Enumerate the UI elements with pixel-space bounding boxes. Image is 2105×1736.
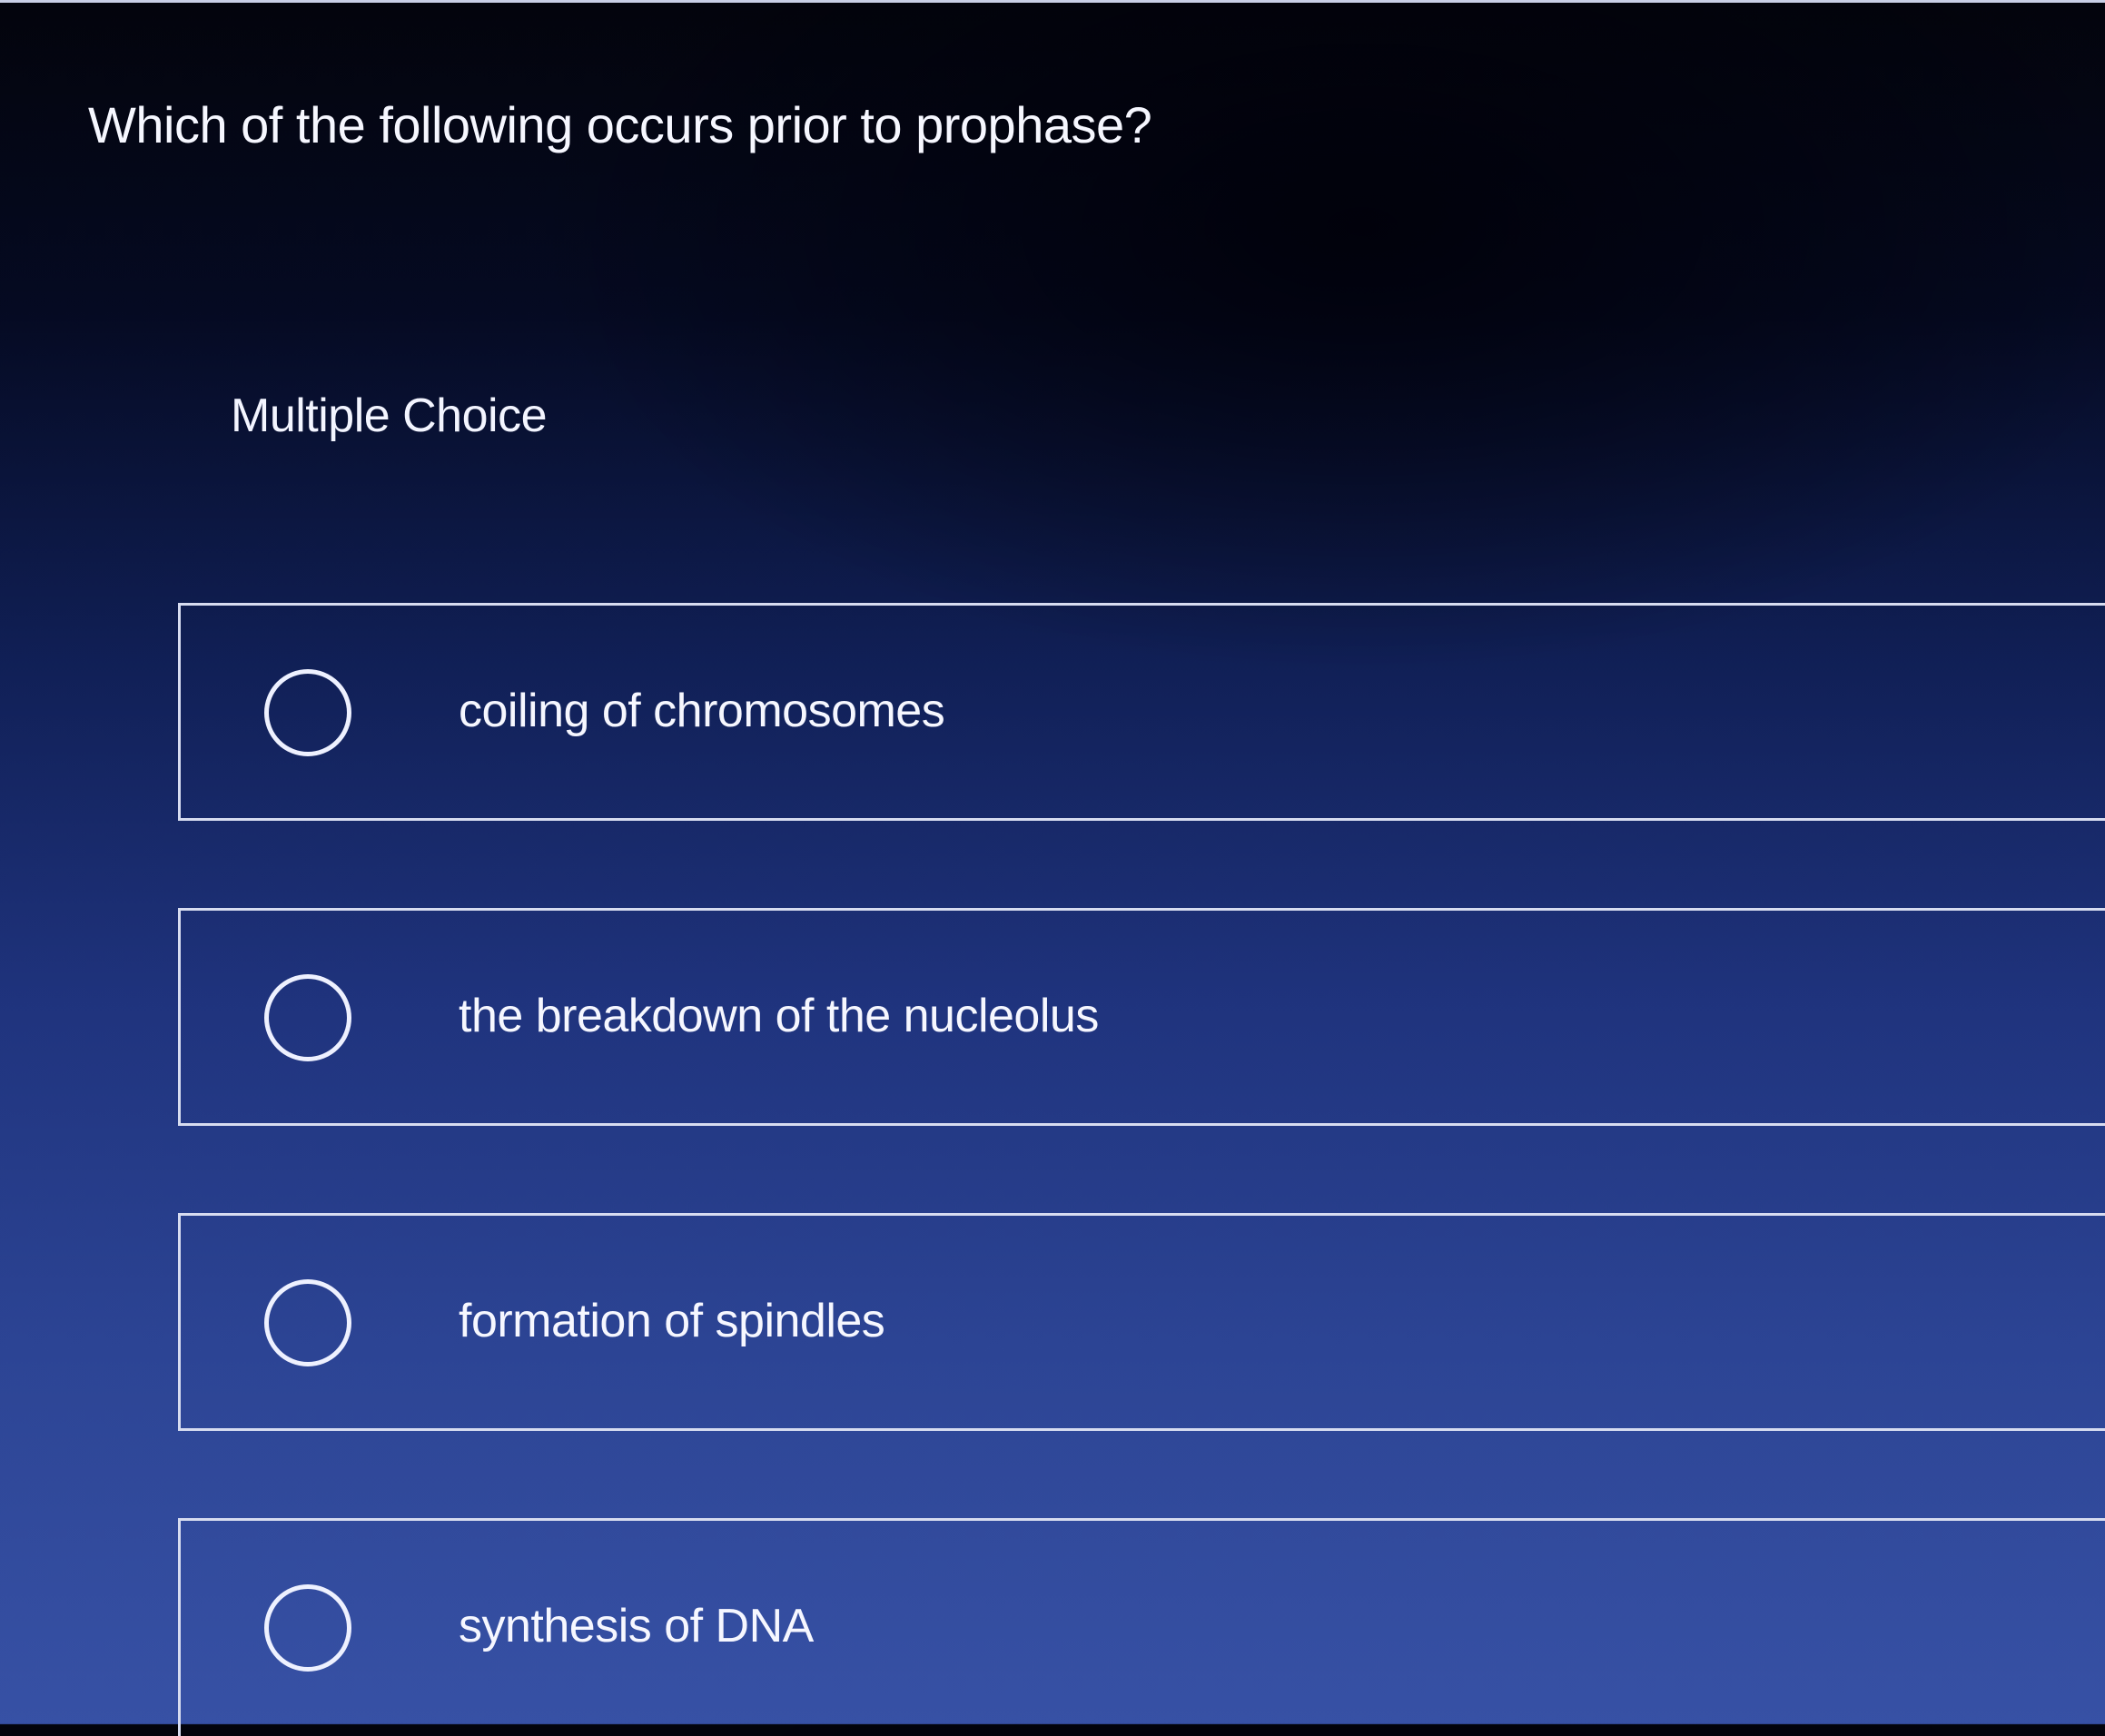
- choice-label: the breakdown of the nucleolus: [459, 990, 1099, 1042]
- choice-label: coiling of chromosomes: [459, 685, 945, 737]
- radio-button-icon[interactable]: [264, 974, 351, 1061]
- radio-button-icon[interactable]: [264, 1279, 351, 1366]
- question-text: Which of the following occurs prior to p…: [88, 96, 1152, 153]
- choice-option-4[interactable]: synthesis of DNA: [178, 1518, 2105, 1736]
- top-divider: [0, 0, 2105, 3]
- answer-choices: coiling of chromosomes the breakdown of …: [178, 603, 2105, 1736]
- choice-option-3[interactable]: formation of spindles: [178, 1213, 2105, 1431]
- choice-option-1[interactable]: coiling of chromosomes: [178, 603, 2105, 821]
- radio-button-icon[interactable]: [264, 669, 351, 756]
- choice-option-2[interactable]: the breakdown of the nucleolus: [178, 908, 2105, 1126]
- choice-label: formation of spindles: [459, 1295, 885, 1347]
- choice-label: synthesis of DNA: [459, 1600, 814, 1652]
- radio-button-icon[interactable]: [264, 1584, 351, 1672]
- question-type-label: Multiple Choice: [231, 390, 548, 442]
